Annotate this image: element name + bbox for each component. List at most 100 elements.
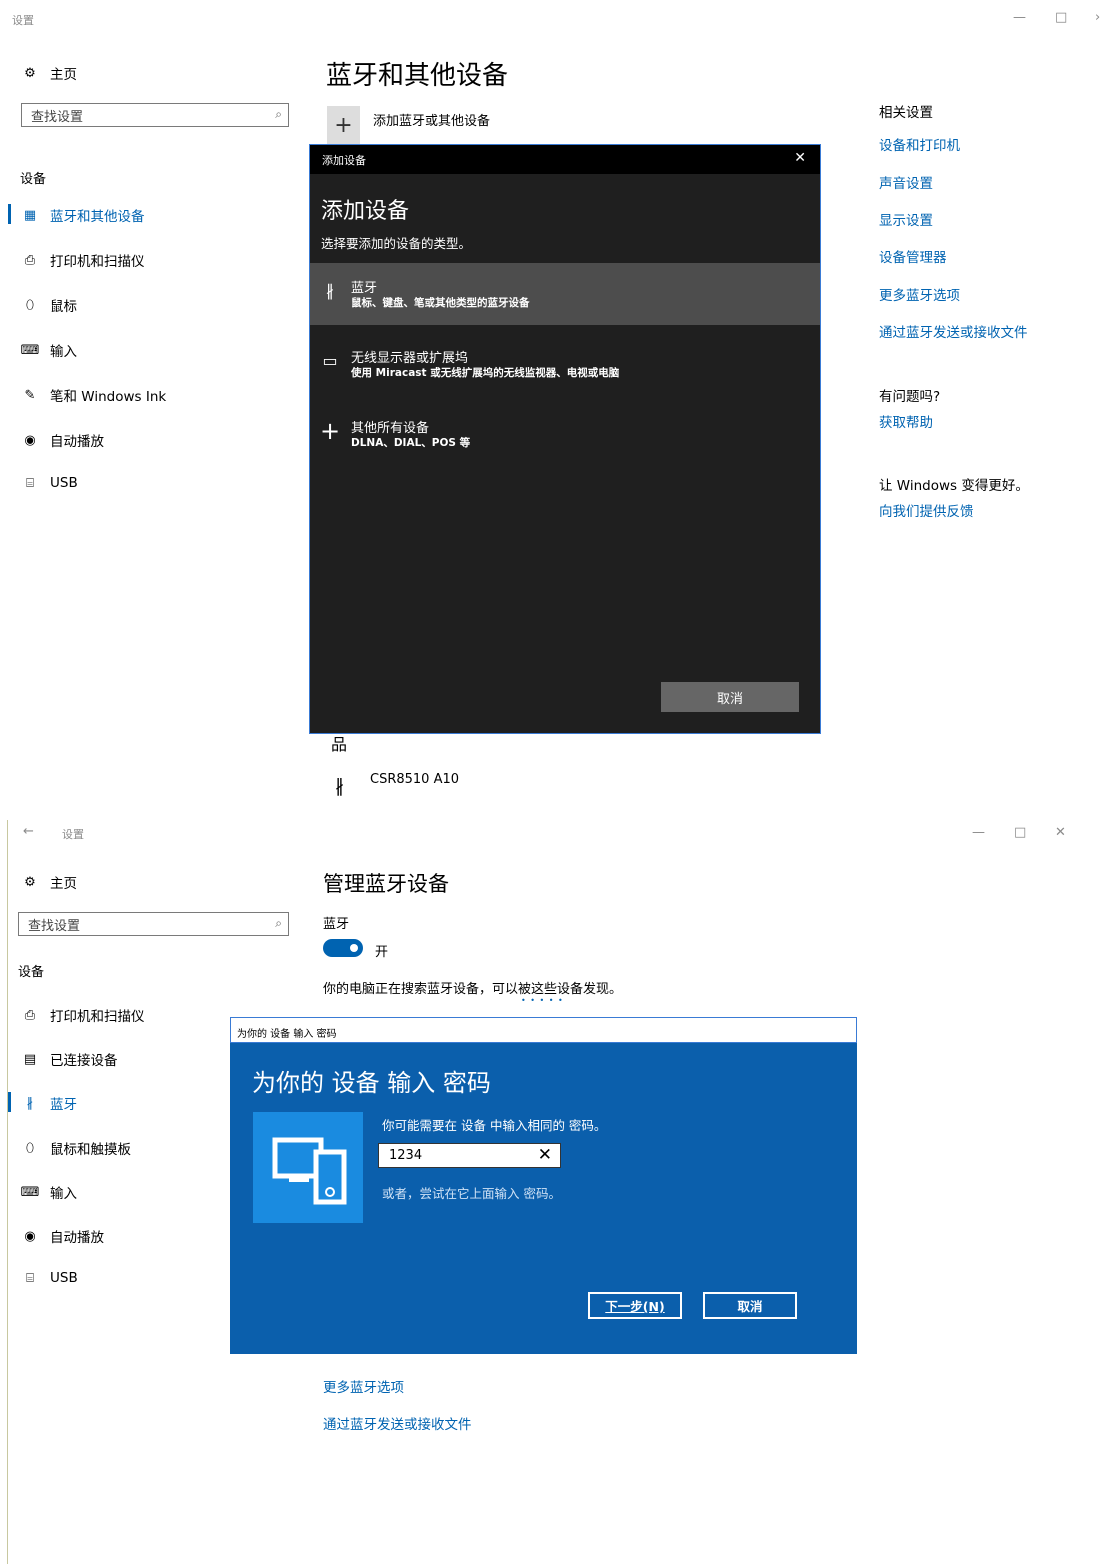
link-more-bluetooth[interactable]: 更多蓝牙选项 [323, 1376, 404, 1396]
search-icon: ⌕ [275, 107, 282, 121]
link-more-bluetooth[interactable]: 更多蓝牙选项 [879, 284, 960, 304]
close-button[interactable]: ✕ [1055, 825, 1066, 840]
pin-alt-text: 或者，尝试在它上面输入 密码。 [382, 1186, 561, 1201]
sidebar-item-usb[interactable]: ⌸ USB [20, 475, 78, 491]
close-icon[interactable]: ✕ [794, 150, 806, 166]
page-title: 蓝牙和其他设备 [326, 61, 509, 91]
home-label: 主页 [50, 876, 77, 892]
close-button[interactable]: › [1095, 10, 1100, 25]
usb-icon: ⌸ [26, 1270, 34, 1286]
sidebar-item-typing[interactable]: ⌨ 输入 [20, 1182, 77, 1203]
toggle-knob [350, 944, 358, 952]
clear-icon[interactable]: ✕ [538, 1145, 552, 1165]
sidebar-item-label: 自动播放 [50, 1230, 104, 1246]
search-icon: ⌕ [275, 916, 282, 930]
link-sound-settings[interactable]: 声音设置 [879, 172, 933, 192]
device-name[interactable]: CSR8510 A10 [370, 772, 459, 787]
sidebar-item-mouse-touchpad[interactable]: ⬯ 鼠标和触摸板 [20, 1138, 131, 1159]
section-label: 设备 [18, 965, 45, 980]
option-desc: 使用 Miracast 或无线扩展坞的无线监视器、电视或电脑 [351, 367, 620, 379]
search-input[interactable]: 查找设置 ⌕ [21, 103, 289, 127]
mouse-icon: ⬯ [25, 297, 35, 313]
sidebar-item-printers[interactable]: ⎙ 打印机和扫描仪 [20, 1005, 145, 1026]
sidebar-item-pen[interactable]: ✎ 笔和 Windows Ink [20, 385, 167, 406]
dialog-bar-title: 添加设备 [322, 154, 366, 167]
pen-icon: ✎ [24, 387, 36, 403]
option-bluetooth[interactable]: ∦ 蓝牙 鼠标、键盘、笔或其他类型的蓝牙设备 [310, 263, 820, 325]
sidebar-item-bluetooth-devices[interactable]: ▦ 蓝牙和其他设备 [20, 205, 145, 226]
sidebar-item-bluetooth[interactable]: ∦ 蓝牙 [20, 1093, 77, 1114]
sidebar-item-autoplay[interactable]: ◉ 自动播放 [20, 1226, 104, 1247]
sidebar-item-usb[interactable]: ⌸ USB [20, 1270, 78, 1286]
sidebar-item-connected-devices[interactable]: ▤ 已连接设备 [20, 1049, 118, 1070]
sidebar-item-label: USB [50, 1270, 78, 1286]
usb-icon: ⌸ [26, 475, 34, 491]
cancel-button[interactable]: 取消 [703, 1292, 797, 1319]
gear-icon: ⚙ [24, 65, 36, 81]
sidebar-item-autoplay[interactable]: ◉ 自动播放 [20, 430, 104, 451]
plus-icon: + [334, 112, 353, 138]
connected-devices-icon: ▤ [23, 1051, 37, 1067]
add-device-label[interactable]: 添加蓝牙或其他设备 [373, 110, 490, 129]
feedback-link[interactable]: 向我们提供反馈 [879, 500, 974, 520]
devices-pairing-icon [253, 1112, 363, 1223]
link-display-settings[interactable]: 显示设置 [879, 209, 933, 229]
network-device-icon: 品 [331, 735, 348, 754]
improve-title: 让 Windows 变得更好。 [879, 478, 1029, 494]
mouse-icon: ⬯ [25, 1140, 35, 1156]
pin-input[interactable]: 1234 ✕ [378, 1143, 561, 1168]
sidebar-item-printers[interactable]: ⎙ 打印机和扫描仪 [20, 250, 145, 271]
option-wireless-display[interactable]: ▭ 无线显示器或扩展坞 使用 Miracast 或无线扩展坞的无线监视器、电视或… [310, 335, 820, 397]
option-everything-else[interactable]: + 其他所有设备 DLNA、DIAL、POS 等 [310, 407, 820, 469]
link-devices-printers[interactable]: 设备和打印机 [879, 134, 960, 154]
link-device-manager[interactable]: 设备管理器 [879, 246, 947, 266]
bluetooth-icon: ∦ [326, 281, 334, 300]
monitor-icon: ▭ [322, 351, 338, 370]
back-button[interactable]: ← [23, 824, 34, 839]
minimize-button[interactable]: — [1013, 10, 1026, 25]
window-border [7, 820, 8, 1564]
bluetooth-label: 蓝牙 [323, 917, 350, 932]
option-desc: 鼠标、键盘、笔或其他类型的蓝牙设备 [351, 297, 530, 309]
maximize-button[interactable]: □ [1055, 10, 1067, 25]
pin-dialog: 为你的 设备 输入 密码 为你的 设备 输入 密码 你可能需要在 设备 中输入相… [230, 1017, 857, 1354]
active-indicator [8, 204, 11, 224]
link-bluetooth-transfer[interactable]: 通过蓝牙发送或接收文件 [323, 1413, 472, 1433]
sidebar-item-mouse[interactable]: ⬯ 鼠标 [20, 295, 77, 316]
pin-instruction: 你可能需要在 设备 中输入相同的 密码。 [382, 1118, 607, 1133]
home-nav[interactable]: ⚙ 主页 [20, 872, 77, 893]
autoplay-icon: ◉ [24, 1228, 36, 1244]
sidebar-item-label: 自动播放 [50, 434, 104, 450]
progress-dots: • • • • • [521, 996, 564, 1005]
help-link[interactable]: 获取帮助 [879, 411, 933, 431]
active-indicator [8, 1092, 11, 1112]
next-button[interactable]: 下一步(N) [588, 1292, 682, 1319]
search-input[interactable]: 查找设置 ⌕ [18, 912, 289, 936]
sidebar-item-label: 鼠标和触摸板 [50, 1142, 131, 1158]
sidebar-item-label: 已连接设备 [50, 1053, 118, 1069]
add-device-button[interactable]: + [327, 106, 360, 144]
related-title: 相关设置 [879, 105, 933, 121]
window-title: 设置 [12, 14, 34, 27]
sidebar-item-label: 打印机和扫描仪 [50, 254, 145, 270]
home-nav[interactable]: ⚙ 主页 [20, 63, 77, 84]
devices-icon: ▦ [23, 207, 37, 223]
sidebar-item-label: 输入 [50, 344, 77, 360]
dialog-titlebar: 为你的 设备 输入 密码 [230, 1017, 857, 1043]
link-bluetooth-transfer[interactable]: 通过蓝牙发送或接收文件 [879, 321, 1028, 341]
search-placeholder: 查找设置 [28, 918, 81, 934]
sidebar-item-label: USB [50, 475, 78, 491]
sidebar-item-typing[interactable]: ⌨ 输入 [20, 340, 77, 361]
sidebar-item-label: 打印机和扫描仪 [50, 1009, 145, 1025]
searching-text: 你的电脑正在搜索蓝牙设备，可以被这些设备发现。 [323, 982, 623, 997]
home-label: 主页 [50, 67, 77, 83]
bluetooth-toggle[interactable] [323, 939, 363, 957]
minimize-button[interactable]: — [972, 825, 985, 840]
dialog-heading: 为你的 设备 输入 密码 [252, 1069, 491, 1097]
question-title: 有问题吗? [879, 389, 941, 405]
cancel-button[interactable]: 取消 [661, 682, 799, 712]
maximize-button[interactable]: □ [1014, 825, 1026, 840]
pin-value: 1234 [389, 1148, 423, 1163]
option-title: 无线显示器或扩展坞 [351, 351, 469, 366]
printer-icon: ⎙ [24, 252, 36, 268]
